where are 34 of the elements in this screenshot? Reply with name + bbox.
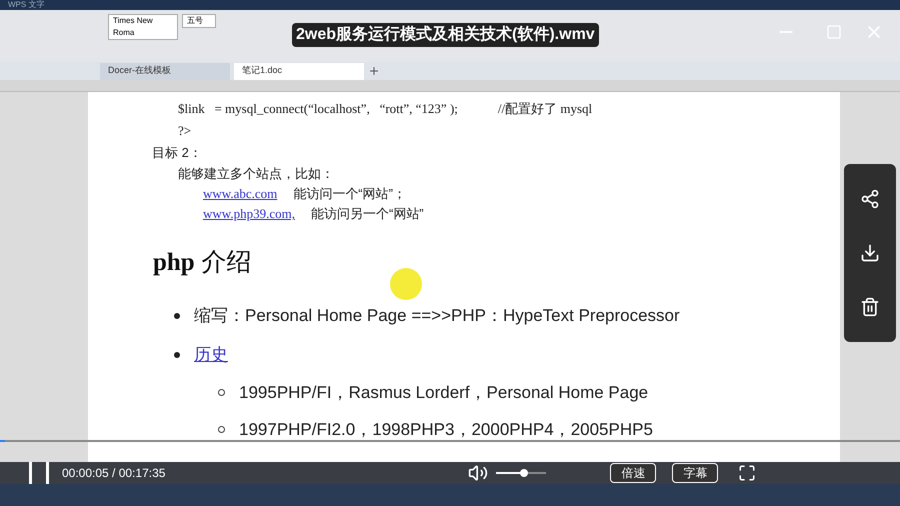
bullet-text: 1995PHP/FI，Rasmus Lorderf，Personal Home Page (239, 382, 648, 404)
new-tab-icon[interactable] (368, 65, 380, 77)
history-link[interactable]: 历史 (194, 342, 228, 368)
code-line: $link = mysql_connect(“localhost”, “rott”, “123” ); (178, 100, 458, 118)
bullet-icon (174, 352, 180, 358)
code-comment: //配置好了 mysql (498, 100, 592, 118)
document-tab[interactable]: 笔记1.doc (234, 62, 364, 80)
paragraph-text: 能够建立多个站点，比如： (178, 165, 334, 184)
playback-time: 00:00:05 / 00:17:35 (62, 465, 166, 482)
speed-button[interactable]: 倍速 (610, 463, 656, 483)
circle-bullet-icon (218, 389, 225, 396)
document-tab[interactable]: Docer-在线模板 (100, 62, 230, 80)
video-title: 2web服务运行模式及相关技术(软件).wmv (292, 23, 599, 47)
share-icon[interactable] (860, 189, 880, 209)
circle-bullet-icon (218, 426, 225, 433)
section-heading: php 介绍 (153, 247, 252, 278)
paragraph-text: 能访问一个“网站”； (293, 185, 406, 204)
download-icon[interactable] (860, 243, 880, 263)
section-label: 目标 2： (152, 144, 202, 162)
paragraph-text: 能访问另一个“网站” (310, 205, 424, 224)
font-name-field[interactable]: Times New Roma (108, 14, 178, 40)
bullet-text: 1997PHP/FI2.0，1998PHP3，2000PHP4，2005PHP5 (239, 418, 653, 441)
pause-icon[interactable] (29, 462, 49, 484)
bullet-text: 缩写：Personal Home Page ==>>PHP：HypeText Preprocessor (194, 304, 680, 327)
fullscreen-icon[interactable] (738, 464, 756, 482)
delete-icon[interactable] (860, 297, 880, 317)
volume-icon[interactable] (468, 463, 488, 483)
url-link[interactable]: www.php39.com, (203, 204, 295, 224)
bullet-icon (174, 312, 180, 318)
url-link[interactable]: www.abc.com (203, 184, 278, 204)
code-line: ?> (178, 122, 192, 140)
font-size-field[interactable]: 五号 (182, 14, 216, 28)
app-name: WPS 文字 (8, 1, 44, 9)
subtitle-button[interactable]: 字幕 (672, 463, 718, 483)
